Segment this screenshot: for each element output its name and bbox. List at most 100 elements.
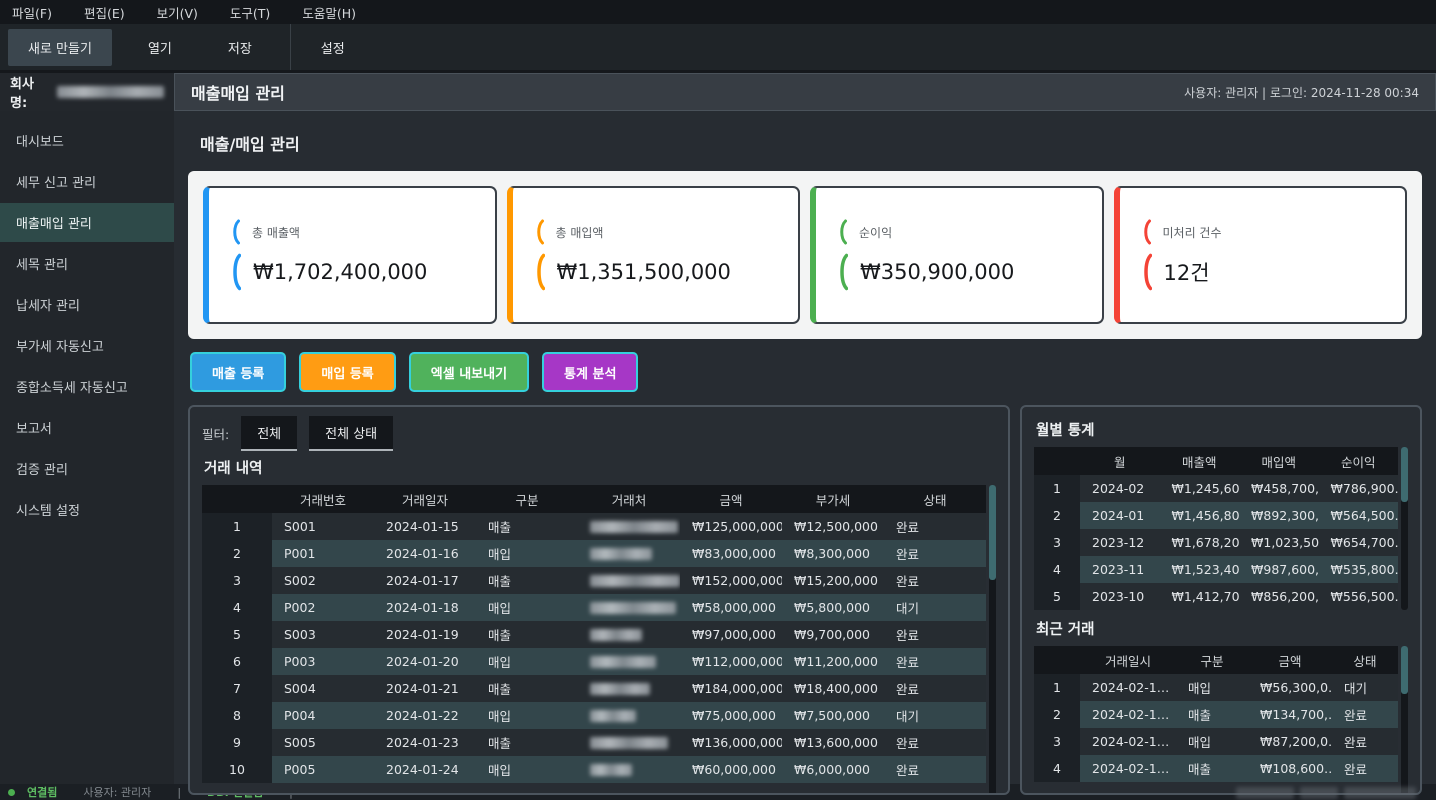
sidebar-item[interactable]: 검증 관리 <box>0 449 174 488</box>
table-header: 거래번호 거래일자 구분 거래처 금액 부가세 상태 <box>202 485 986 513</box>
action-button[interactable]: 매입 등록 <box>299 352 395 392</box>
recent-row[interactable]: 2 2024-02-1… 매출 ₩134,700,… 완료 <box>1034 701 1398 728</box>
redacted-partner <box>590 764 632 776</box>
filter-select[interactable]: 전체 상태 <box>309 416 393 451</box>
vertical-scrollbar[interactable] <box>1401 646 1408 795</box>
cell-amount: ₩87,200,0… <box>1248 728 1332 755</box>
cell-partner <box>578 675 680 702</box>
sidebar-item[interactable]: 시스템 설정 <box>0 490 174 529</box>
transaction-row[interactable]: 3 S002 2024-01-17 매출 ₩152,000,000 ₩15,20… <box>202 567 986 594</box>
cell-datetime: 2024-02-1… <box>1080 674 1176 701</box>
cell-profit: ₩556,500… <box>1319 583 1399 610</box>
monthly-row[interactable]: 5 2023-10 ₩1,412,70… ₩856,200,… ₩556,500… <box>1034 583 1398 610</box>
transaction-row[interactable]: 4 P002 2024-01-18 매입 ₩58,000,000 ₩5,800,… <box>202 594 986 621</box>
transaction-row[interactable]: 2 P001 2024-01-16 매입 ₩83,000,000 ₩8,300,… <box>202 540 986 567</box>
cell-amount: ₩152,000,000 <box>680 567 782 594</box>
sidebar-item[interactable]: 납세자 관리 <box>0 285 174 324</box>
cell-id: S004 <box>272 675 374 702</box>
monthly-row[interactable]: 4 2023-11 ₩1,523,40… ₩987,600,… ₩535,800… <box>1034 556 1398 583</box>
cell-type: 매출 <box>1176 701 1248 728</box>
col-purchase: 매입액 <box>1239 452 1319 471</box>
monthly-row[interactable]: 2 2024-01 ₩1,456,80… ₩892,300,… ₩564,500… <box>1034 502 1398 529</box>
bracket-icon <box>231 253 241 291</box>
sidebar-item[interactable]: 부가세 자동신고 <box>0 326 174 365</box>
new-button[interactable]: 새로 만들기 <box>8 29 112 66</box>
cell-type: 매입 <box>476 648 578 675</box>
filter-select[interactable]: 전체 <box>241 416 297 451</box>
vertical-scrollbar[interactable] <box>1401 447 1408 610</box>
row-number: 4 <box>1034 556 1080 583</box>
scrollbar-thumb[interactable] <box>1401 646 1408 694</box>
cell-id: S003 <box>272 621 374 648</box>
scrollbar-thumb[interactable] <box>989 485 996 580</box>
sidebar-item[interactable]: 보고서 <box>0 408 174 447</box>
menu-item[interactable]: 파일(F) <box>12 3 52 22</box>
cell-status: 완료 <box>884 567 986 594</box>
transactions-table: 거래번호 거래일자 구분 거래처 금액 부가세 상태 1 <box>202 485 996 783</box>
recent-row[interactable]: 3 2024-02-1… 매입 ₩87,200,0… 완료 <box>1034 728 1398 755</box>
app-window: 파일(F)편집(E)보기(V)도구(T)도움말(H) 새로 만들기 열기 저장 … <box>0 0 1436 800</box>
monthly-row[interactable]: 3 2023-12 ₩1,678,20… ₩1,023,50… ₩654,700… <box>1034 529 1398 556</box>
monthly-row[interactable]: 1 2024-02 ₩1,245,60… ₩458,700,… ₩786,900… <box>1034 475 1398 502</box>
menu-item[interactable]: 편집(E) <box>84 3 125 22</box>
redacted-partner <box>590 602 676 614</box>
cell-status: 완료 <box>884 513 986 540</box>
transaction-row[interactable]: 8 P004 2024-01-22 매입 ₩75,000,000 ₩7,500,… <box>202 702 986 729</box>
status-user: 사용자: 관리자 <box>83 784 151 800</box>
col-type: 구분 <box>476 490 578 509</box>
sidebar-item[interactable]: 세무 신고 관리 <box>0 162 174 201</box>
cell-month: 2023-11 <box>1080 556 1160 583</box>
recent-row[interactable]: 4 2024-02-1… 매출 ₩108,600… 완료 <box>1034 755 1398 782</box>
cell-profit: ₩535,800… <box>1319 556 1399 583</box>
cell-vat: ₩8,300,000 <box>782 540 884 567</box>
transaction-row[interactable]: 10 P005 2024-01-24 매입 ₩60,000,000 ₩6,000… <box>202 756 986 783</box>
stat-card: 순이익 ₩350,900,000 <box>810 186 1104 324</box>
action-button[interactable]: 매출 등록 <box>190 352 286 392</box>
action-button[interactable]: 통계 분석 <box>542 352 638 392</box>
action-button[interactable]: 엑셀 내보내기 <box>409 352 529 392</box>
redacted-partner <box>590 575 680 587</box>
row-number: 9 <box>202 729 272 756</box>
settings-button[interactable]: 설정 <box>301 29 365 66</box>
row-number: 1 <box>202 513 272 540</box>
action-buttons: 매출 등록 매입 등록 엑셀 내보내기 통계 분석 <box>190 352 1420 392</box>
transaction-row[interactable]: 5 S003 2024-01-19 매출 ₩97,000,000 ₩9,700,… <box>202 621 986 648</box>
save-button[interactable]: 저장 <box>208 29 272 66</box>
transaction-row[interactable]: 7 S004 2024-01-21 매출 ₩184,000,000 ₩18,40… <box>202 675 986 702</box>
menu-item[interactable]: 도움말(H) <box>302 3 356 22</box>
open-button[interactable]: 열기 <box>128 29 192 66</box>
recent-row[interactable]: 1 2024-02-1… 매입 ₩56,300,0… 대기 <box>1034 674 1398 701</box>
cell-id: P001 <box>272 540 374 567</box>
cell-type: 매출 <box>476 621 578 648</box>
filter-row: 필터: 전체전체 상태 <box>202 417 996 449</box>
cell-status: 대기 <box>884 702 986 729</box>
menu-bar: 파일(F) 편집(E) 보기(V) 도구(T) 도움말(H) <box>0 0 1436 24</box>
scrollbar-thumb[interactable] <box>1401 447 1408 502</box>
cell-sales: ₩1,412,70… <box>1160 583 1240 610</box>
cell-purchase: ₩856,200,… <box>1239 583 1319 610</box>
row-number: 2 <box>202 540 272 567</box>
transaction-row[interactable]: 1 S001 2024-01-15 매출 ₩125,000,000 ₩12,50… <box>202 513 986 540</box>
sidebar-item[interactable]: 매출매입 관리 <box>0 203 174 242</box>
transaction-row[interactable]: 6 P003 2024-01-20 매입 ₩112,000,000 ₩11,20… <box>202 648 986 675</box>
cell-status: 완료 <box>884 540 986 567</box>
col-type: 구분 <box>1176 651 1248 670</box>
redacted-partner <box>590 656 656 668</box>
row-number: 8 <box>202 702 272 729</box>
transactions-panel: 필터: 전체전체 상태 거래 내역 거래번호 거래일자 구분 거래처 <box>188 405 1010 795</box>
sidebar-item[interactable]: 종합소득세 자동신고 <box>0 367 174 406</box>
menu-item[interactable]: 보기(V) <box>157 3 198 22</box>
vertical-scrollbar[interactable] <box>989 485 996 795</box>
transaction-row[interactable]: 9 S005 2024-01-23 매출 ₩136,000,000 ₩13,60… <box>202 729 986 756</box>
toolbar-divider <box>290 24 291 70</box>
sidebar-item[interactable]: 대시보드 <box>0 121 174 160</box>
cell-month: 2023-10 <box>1080 583 1160 610</box>
cell-partner <box>578 540 680 567</box>
menu-item[interactable]: 도구(T) <box>230 3 270 22</box>
cell-datetime: 2024-02-1… <box>1080 701 1176 728</box>
col-amount: 금액 <box>680 490 782 509</box>
cell-id: S001 <box>272 513 374 540</box>
row-number: 7 <box>202 675 272 702</box>
sidebar-item[interactable]: 세목 관리 <box>0 244 174 283</box>
cell-sales: ₩1,245,60… <box>1160 475 1240 502</box>
